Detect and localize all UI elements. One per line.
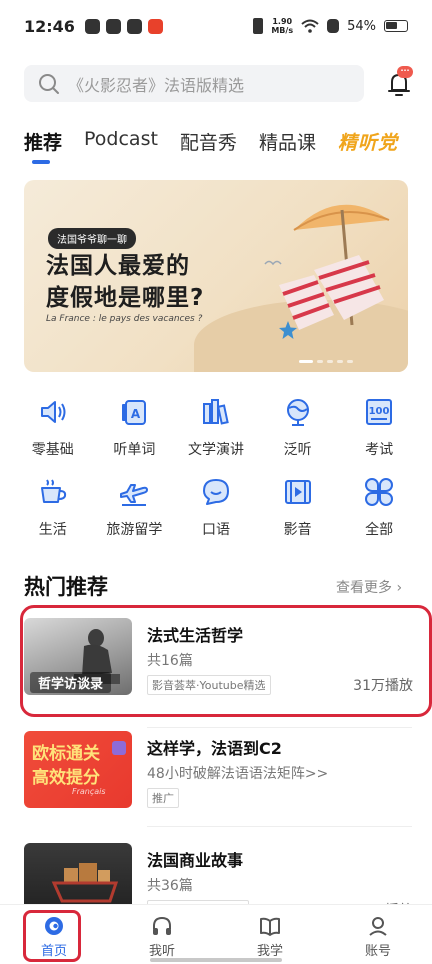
user-icon <box>369 917 387 936</box>
banner-pagination <box>299 360 353 363</box>
status-bar: 12:46 1.90 MB/s 54% <box>0 0 432 52</box>
list-item[interactable]: 欧标通关 高效提分 Français 这样学，法语到C2 48小时破解法语语法矩… <box>24 731 413 809</box>
speaker-icon <box>40 401 66 423</box>
search-icon <box>39 73 59 94</box>
film-icon <box>284 480 311 504</box>
grid-icon <box>365 478 394 506</box>
svg-text:100: 100 <box>369 406 390 417</box>
promo-thumbnail: 欧标通关 高效提分 Français <box>24 731 132 808</box>
score-100-icon: 100 <box>366 399 393 425</box>
nav-highlight-frame <box>23 910 81 962</box>
notification-button[interactable]: ··· <box>386 66 413 98</box>
category-literature[interactable]: 文学演讲 <box>177 395 255 475</box>
battery-icon <box>384 20 408 32</box>
tab-recommend[interactable]: 推荐 <box>24 128 62 164</box>
item-count: 共36篇 <box>147 878 193 894</box>
category-beginner[interactable]: 零基础 <box>14 395 92 475</box>
notification-badge: ··· <box>397 66 413 78</box>
item-title: 法国商业故事 <box>147 851 244 870</box>
see-more-link[interactable]: 查看更多 › <box>336 577 402 597</box>
promo-banner[interactable]: 法国爷爷聊一聊 法国人最爱的 度假地是哪里? La France : le pa… <box>24 180 408 372</box>
category-words[interactable]: A 听单词 <box>95 395 173 475</box>
category-grid: 零基础 A 听单词 文学演讲 泛听 100 考试 生活 旅游留学 口语 影音 全… <box>0 395 432 555</box>
search-placeholder: 《火影忍者》法语版精选 <box>68 75 245 95</box>
airplane-icon <box>120 484 149 506</box>
chevron-right-icon: › <box>396 580 403 596</box>
beach-chair-illustration <box>279 204 390 330</box>
tab-intensive-listening[interactable]: 精听党 <box>338 128 398 155</box>
books-icon <box>202 399 229 425</box>
wifi-icon <box>301 19 319 33</box>
nav-listen[interactable]: 我听 <box>108 905 216 964</box>
sim-x-icon <box>327 19 340 33</box>
chat-icon <box>202 479 229 505</box>
search-bar[interactable]: 《火影忍者》法语版精选 <box>24 65 364 102</box>
ad-tag: 推广 <box>147 788 179 808</box>
top-tabs: 推荐 Podcast 配音秀 精品课 精听党 <box>24 128 398 164</box>
nav-learn[interactable]: 我学 <box>216 905 324 964</box>
headphones-icon <box>153 916 171 935</box>
tab-premium-course[interactable]: 精品课 <box>259 128 316 155</box>
book-icon <box>260 917 280 936</box>
tab-dubbing[interactable]: 配音秀 <box>180 128 237 155</box>
starfish-icon <box>279 321 297 339</box>
banner-pill: 法国爷爷聊一聊 <box>48 228 136 249</box>
highlight-frame <box>20 605 432 717</box>
category-life[interactable]: 生活 <box>14 475 92 555</box>
red-app-icon <box>147 18 163 34</box>
category-extensive-listening[interactable]: 泛听 <box>259 395 337 475</box>
banner-subtitle: La France : le pays des vacances ? <box>46 314 203 324</box>
banner-headline: 法国人最爱的 度假地是哪里? <box>46 253 205 311</box>
tab-podcast[interactable]: Podcast <box>84 128 158 150</box>
seagull-icon <box>264 260 282 266</box>
word-card-icon: A <box>122 400 147 425</box>
item-title: 这样学，法语到C2 <box>147 739 282 758</box>
cat-app-icon <box>126 18 142 34</box>
nav-account[interactable]: 账号 <box>324 905 432 964</box>
section-title: 热门推荐 <box>24 575 108 599</box>
home-indicator[interactable] <box>150 958 282 962</box>
network-speed: 1.90 MB/s <box>271 17 294 35</box>
vibrate-icon <box>253 18 264 34</box>
status-time: 12:46 <box>24 16 75 36</box>
item-subtitle: 48小时破解法语语法矩阵>> <box>147 766 329 782</box>
svg-text:A: A <box>131 407 141 421</box>
category-media[interactable]: 影音 <box>259 475 337 555</box>
category-travel-study[interactable]: 旅游留学 <box>95 475 173 555</box>
crown-icon <box>112 741 126 755</box>
mail-notification-icon <box>105 18 121 34</box>
battery-percent: 54% <box>347 18 376 34</box>
category-speaking[interactable]: 口语 <box>177 475 255 555</box>
category-exam[interactable]: 100 考试 <box>340 395 418 475</box>
app-notification-icon <box>84 18 100 34</box>
globe-icon <box>286 399 309 426</box>
coffee-icon <box>40 479 66 503</box>
category-all[interactable]: 全部 <box>340 475 418 555</box>
